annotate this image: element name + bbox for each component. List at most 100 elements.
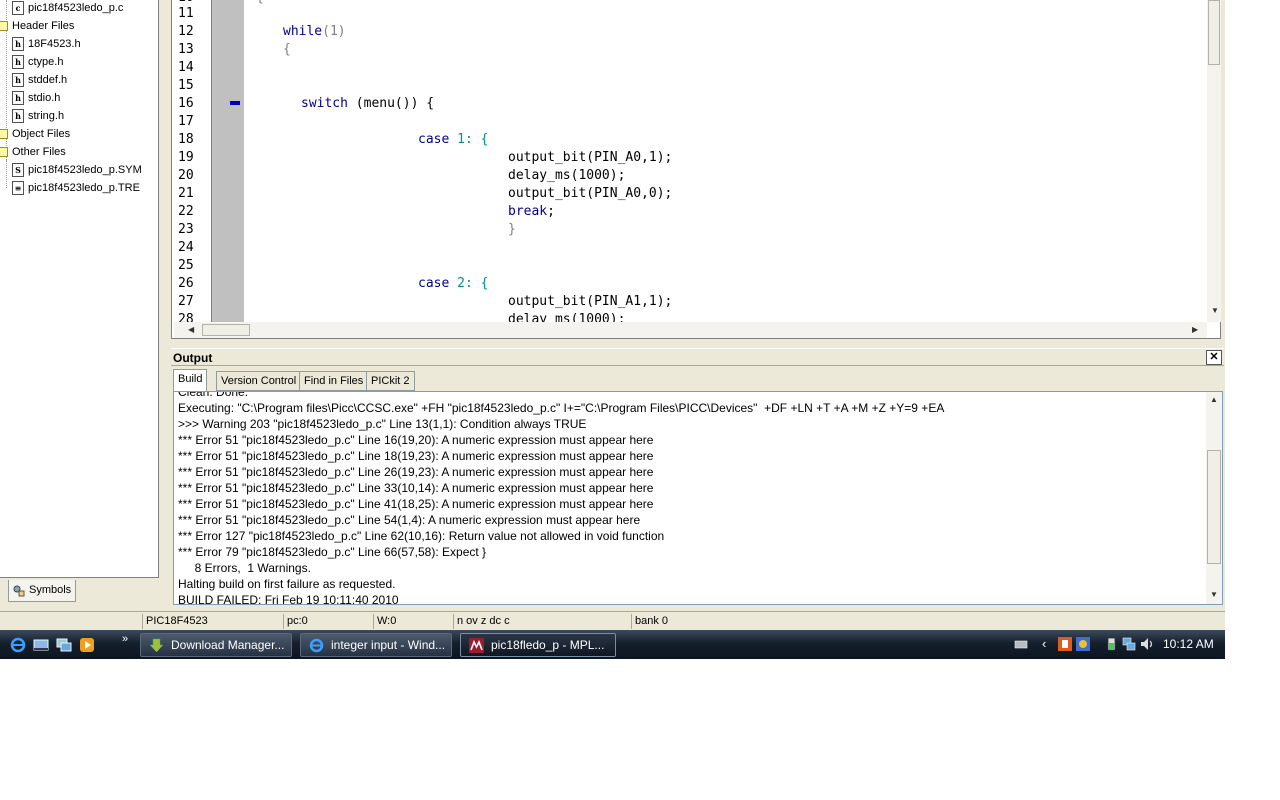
tree-item-label: stdio.h [28,92,61,104]
output-title: Output [173,351,213,365]
battery-icon[interactable] [1104,637,1118,651]
code-line: output_bit(PIN_A0,1); [508,150,673,165]
network-icon[interactable] [1122,637,1136,651]
taskbar-clock[interactable]: 10:12 AM [1163,637,1214,651]
tab-pickit-2[interactable]: PICkit 2 [366,371,415,391]
chevron-left-icon[interactable]: ‹ [1042,636,1056,651]
output-line: >>> Warning 203 "pic18f4523ledo_p.c" Lin… [178,417,587,431]
download-icon [149,638,164,653]
scroll-right-arrow-icon[interactable]: ▶ [1192,325,1198,334]
tree-item-label: 18F4523.h [28,38,81,50]
line-number: 17 [178,114,194,129]
line-number-column: 10 11 12 13 14 15 16 17 18 19 20 21 22 2… [174,0,212,327]
chevron-right-icon[interactable]: » [122,633,128,645]
tree-item-header-file[interactable]: h ctype.h [12,54,63,70]
editor-vertical-scroll-thumb[interactable] [1208,0,1220,65]
code-line-partial: { [256,0,264,7]
line-number: 20 [178,168,194,183]
tree-folder-other-files[interactable]: Other Files [0,144,66,160]
build-output-text[interactable]: Clean: Done. Executing: "C:\Program file… [173,391,1223,605]
line-number: 18 [178,132,194,147]
bookmark-marker[interactable] [230,101,240,105]
tree-item-label: stddef.h [28,74,68,86]
java-icon[interactable] [1058,637,1072,651]
tree-item-header-file[interactable]: h 18F4523.h [12,36,81,52]
tree-item-label: Object Files [12,128,71,140]
line-number: 23 [178,222,194,237]
status-pc: pc:0 [283,614,373,629]
tree-item-label: Header Files [12,20,75,32]
tree-item-header-file[interactable]: h stdio.h [12,90,60,106]
tree-folder-header-files[interactable]: Header Files [0,18,74,34]
output-vertical-scrollbar[interactable]: ▲ ▼ [1206,392,1222,604]
line-number: 14 [178,60,194,75]
volume-icon[interactable] [1140,637,1154,651]
output-line: 8 Errors, 1 Warnings. [178,561,311,575]
scroll-left-arrow-icon[interactable]: ◀ [188,325,194,334]
taskbar-button-download-manager[interactable]: Download Manager... [140,633,292,657]
taskbar-button-mplab[interactable]: pic18fledo_p - MPL... [460,633,616,657]
folder-icon [0,21,8,32]
tab-build[interactable]: Build [173,369,208,391]
code-line: { [283,42,291,57]
tree-folder-object-files[interactable]: Object Files [0,126,70,142]
tree-item-tre-file[interactable]: ≡ pic18f4523ledo_p.TRE [12,180,140,196]
output-line: *** Error 51 "pic18f4523ledo_p.c" Line 1… [178,433,654,447]
output-line: *** Error 51 "pic18f4523ledo_p.c" Line 2… [178,465,654,479]
keyboard-icon[interactable] [1014,637,1028,651]
show-desktop-icon[interactable] [33,637,49,653]
code-line: while(1) [283,24,346,39]
sym-file-icon: S [12,163,24,178]
line-number: 16 [178,96,194,111]
taskbar-button-label: Download Manager... [171,638,285,652]
editor-horizontal-scrollbar[interactable]: ◀ ▶ [174,322,1207,338]
scroll-down-arrow-icon[interactable]: ▼ [1210,590,1218,599]
c-file-icon: c [12,1,24,16]
output-line: Clean: Done. [178,391,249,399]
tab-version-control[interactable]: Version Control [216,371,302,391]
scroll-down-arrow-icon[interactable]: ▼ [1211,306,1219,315]
output-panel: Output ✕ Build Version Control Find in F… [171,348,1224,606]
editor-horizontal-scroll-thumb[interactable] [202,324,250,336]
tree-item-sym-file[interactable]: Spic18f4523ledo_p.SYM [12,162,142,178]
folder-icon [0,129,8,140]
switch-windows-icon[interactable] [56,637,72,653]
media-player-icon[interactable] [79,637,95,653]
folder-icon [0,147,8,158]
tree-item-header-file[interactable]: h stddef.h [12,72,67,88]
code-line: case 1: { [418,132,489,147]
h-file-icon: h [12,73,24,88]
scroll-up-arrow-icon[interactable]: ▲ [1210,395,1218,404]
line-number: 26 [178,276,194,291]
code-line: output_bit(PIN_A0,0); [508,186,673,201]
status-w-register: W:0 [373,614,453,629]
tree-item-header-file[interactable]: h string.h [12,108,64,124]
code-line: switch (menu()) { [301,96,435,111]
tree-item-label: pic18f4523ledo_p.c [28,2,124,14]
tab-find-in-files[interactable]: Find in Files [299,371,369,391]
output-line: *** Error 51 "pic18f4523ledo_p.c" Line 1… [178,449,654,463]
ie-icon[interactable] [10,637,26,653]
status-flags: n ov z dc c [453,614,631,629]
taskbar-button-label: pic18fledo_p - MPL... [491,638,605,652]
output-line: *** Error 51 "pic18f4523ledo_p.c" Line 3… [178,481,654,495]
line-number: 25 [178,258,194,273]
security-shield-icon[interactable] [1076,637,1090,651]
line-number: 12 [178,24,194,39]
taskbar-button-integer-input[interactable]: integer input - Wind... [300,633,452,657]
line-number: 27 [178,294,194,309]
line-number: 24 [178,240,194,255]
tab-symbols[interactable]: Symbols [8,580,76,602]
editor-vertical-scrollbar[interactable]: ▼ [1207,0,1221,322]
status-bank: bank 0 [631,614,721,629]
close-icon[interactable]: ✕ [1206,350,1222,365]
code-editor[interactable]: 10 11 12 13 14 15 16 17 18 19 20 21 22 2… [171,0,1221,339]
code-line: case 2: { [418,276,489,291]
project-tree: c pic18f4523ledo_p.c Header Files h 18F452… [0,0,159,578]
tree-item-source-file[interactable]: c pic18f4523ledo_p.c [12,0,123,16]
panel-splitter[interactable] [159,0,171,608]
code-line: delay_ms(1000); [508,168,626,183]
output-vertical-scroll-thumb[interactable] [1207,450,1221,564]
windows-taskbar: » Download Manager... integer input - Wi… [0,630,1225,659]
code-line: break; [508,204,555,219]
